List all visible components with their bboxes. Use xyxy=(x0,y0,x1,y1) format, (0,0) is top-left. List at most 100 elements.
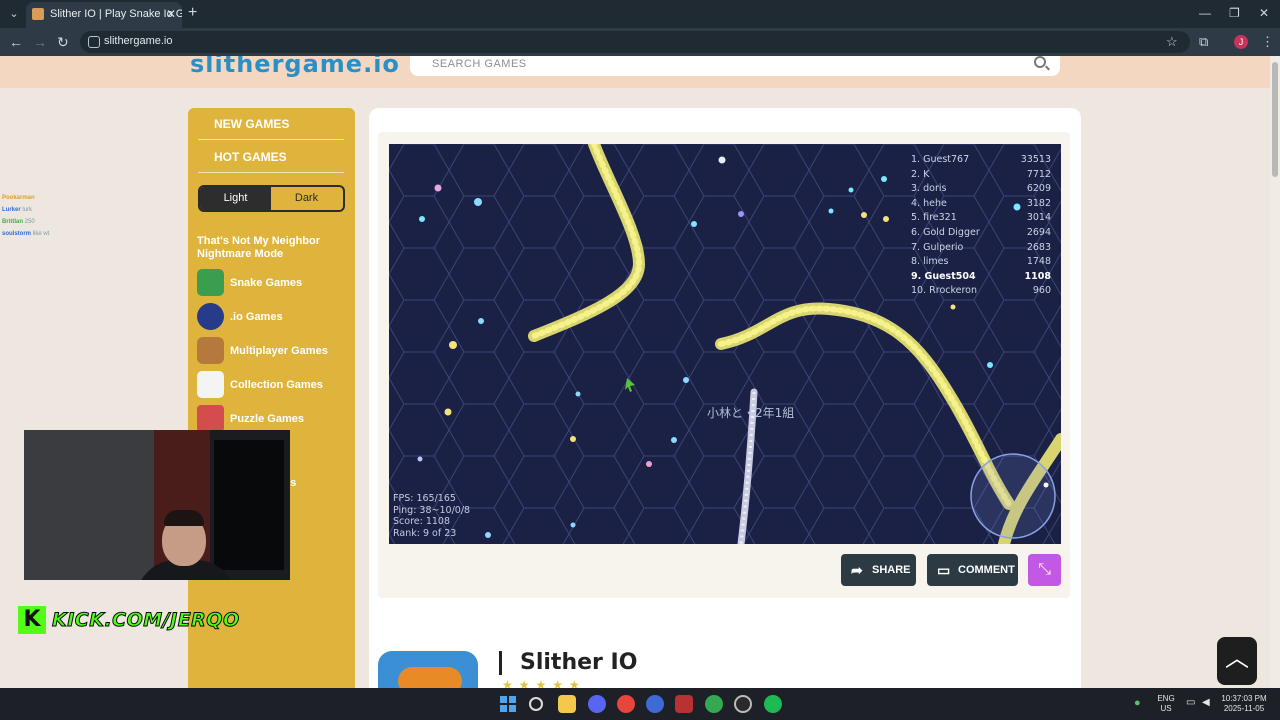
microphone-icon[interactable]: ● xyxy=(1134,698,1141,709)
file-explorer-icon[interactable] xyxy=(558,695,576,713)
game-container: 1. Guest767 33513 2. K 7712 3. doris 6209 4… xyxy=(378,132,1070,598)
category-label: Puzzle Games xyxy=(230,413,304,425)
category-label: Multiplayer Games xyxy=(230,345,328,357)
category-label: .io Games xyxy=(230,311,283,323)
maximize-icon[interactable]: ❐ xyxy=(1229,6,1240,20)
category-snake-games[interactable]: Snake Games xyxy=(197,269,347,297)
fps-readout: FPS: 165/165 xyxy=(393,493,456,504)
game-thumbnail xyxy=(378,651,478,688)
voicemeeter-icon[interactable] xyxy=(675,695,693,713)
chrome-icon[interactable] xyxy=(617,695,635,713)
windows-start-icon[interactable] xyxy=(500,696,516,712)
url-text: slithergame.io xyxy=(104,35,173,47)
category-puzzle-games[interactable]: Puzzle Games xyxy=(197,405,347,433)
chrome-profile-icon[interactable] xyxy=(705,695,723,713)
category-io-games[interactable]: .io Games xyxy=(197,303,347,331)
people-icon xyxy=(197,337,224,364)
tab-bar: ⌄ Slither IO | Play Snake Io Game ✕ + — … xyxy=(0,0,1280,28)
category-label: Collection Games xyxy=(230,379,323,391)
puzzle-icon xyxy=(197,405,224,432)
leaderboard-row: 4. hehe 3182 xyxy=(911,197,1051,209)
leaderboard-row-self: 9. Guest504 1108 xyxy=(911,270,1051,282)
leaderboard-row: 2. K 7712 xyxy=(911,168,1051,180)
browser-toolbar: ← → ↻ slithergame.io ☆ ⧉ ⋮ xyxy=(0,28,1280,56)
snake-icon xyxy=(398,667,462,688)
fullscreen-button[interactable]: ⤡ xyxy=(1028,554,1061,586)
webpage: slithergame.io SEARCH GAMES NEW GAMES HO… xyxy=(0,56,1270,688)
volume-icon[interactable]: ◀ xyxy=(1202,698,1210,708)
app-icon[interactable] xyxy=(646,695,664,713)
game-title: Slither IO xyxy=(499,651,637,675)
share-button[interactable]: ➦ SHARE xyxy=(841,554,916,586)
close-icon[interactable]: ✕ xyxy=(166,2,176,26)
io-icon xyxy=(197,303,224,330)
category-multiplayer-games[interactable]: Multiplayer Games xyxy=(197,337,347,365)
language-indicator[interactable]: ENG US xyxy=(1152,694,1180,714)
site-logo[interactable]: slithergame.io xyxy=(190,56,399,78)
tab-title: Slither IO | Play Snake Io Game xyxy=(50,8,182,20)
leaderboard-row: 5. fire321 3014 xyxy=(911,212,1051,224)
comment-button[interactable]: ▭ COMMENT xyxy=(927,554,1018,586)
scroll-to-top-button[interactable]: ︿ xyxy=(1217,637,1257,685)
page-scrollbar[interactable] xyxy=(1270,56,1280,688)
spotify-icon[interactable] xyxy=(764,695,782,713)
webcam-background xyxy=(24,430,154,580)
taskbar: ● ENG US ▭ ◀ 10:37:03 PM 2025-11-05 xyxy=(0,688,1280,720)
score-readout: Score: 1108 xyxy=(393,516,451,527)
discord-icon[interactable] xyxy=(588,695,606,713)
menu-icon[interactable]: ⋮ xyxy=(1261,35,1274,49)
game-stats: FPS: 165/165 Ping: 38~10/0/8 Score: 1108… xyxy=(393,493,470,539)
leaderboard-row: 1. Guest767 33513 xyxy=(911,154,1051,165)
share-icon: ➦ xyxy=(851,562,863,578)
tab-menu-icon[interactable]: ⌄ xyxy=(6,6,22,22)
site-info-icon[interactable] xyxy=(88,36,100,48)
collection-icon xyxy=(197,371,224,398)
clock[interactable]: 10:37:03 PM 2025-11-05 xyxy=(1218,694,1270,714)
reload-icon[interactable]: ↻ xyxy=(57,34,69,50)
browser-tab[interactable]: Slither IO | Play Snake Io Game ✕ xyxy=(26,2,182,28)
chat-message: Lurker lurk xyxy=(2,207,33,213)
scrollbar-thumb[interactable] xyxy=(1272,62,1278,177)
new-tab-icon[interactable]: + xyxy=(188,5,197,21)
extensions-icon[interactable]: ⧉ xyxy=(1199,35,1208,49)
search-bar[interactable]: SEARCH GAMES xyxy=(410,56,1060,76)
game-canvas[interactable]: 1. Guest767 33513 2. K 7712 3. doris 6209 4… xyxy=(389,144,1061,544)
theme-dark-option[interactable]: Dark xyxy=(271,187,342,210)
rating-stars[interactable]: ★★★★★ xyxy=(502,678,586,688)
profile-avatar[interactable]: J xyxy=(1234,35,1248,49)
window-close-icon[interactable]: ✕ xyxy=(1259,6,1269,20)
chat-message: Pookarman xyxy=(2,195,35,201)
theme-toggle: Light Dark xyxy=(198,185,345,212)
site-header: slithergame.io SEARCH GAMES xyxy=(0,56,1270,88)
category-collection-games[interactable]: Collection Games xyxy=(197,371,347,399)
minimize-icon[interactable]: — xyxy=(1199,6,1211,20)
obs-icon[interactable] xyxy=(734,695,752,713)
streamer-hair xyxy=(164,510,204,526)
back-icon[interactable]: ← xyxy=(9,34,23,50)
bookmark-star-icon[interactable]: ☆ xyxy=(1166,35,1178,49)
favicon-icon xyxy=(32,8,44,20)
leaderboard-row: 10. Rrockeron 960 xyxy=(911,285,1051,297)
fullscreen-icon: ⤡ xyxy=(1038,561,1051,578)
search-icon[interactable] xyxy=(1034,56,1046,68)
leaderboard-row: 8. limes 1748 xyxy=(911,256,1051,268)
leaderboard-row: 6. Gold Digger 2694 xyxy=(911,226,1051,238)
sidebar: NEW GAMES HOT GAMES Light Dark That's No… xyxy=(188,108,355,688)
search-input[interactable]: SEARCH GAMES xyxy=(432,58,527,70)
kick-url: KICK.COM/JERQO xyxy=(52,609,240,632)
webcam-window xyxy=(214,440,284,570)
stream-chat: Pookarman Lurker lurk Brittlan 250 souls… xyxy=(2,192,49,240)
divider xyxy=(198,172,344,173)
nav-new-games[interactable]: NEW GAMES xyxy=(214,117,289,131)
search-icon[interactable] xyxy=(529,697,543,711)
chat-message: soulstorm like wt xyxy=(2,231,50,237)
webcam-overlay xyxy=(24,430,290,580)
nav-hot-games[interactable]: HOT GAMES xyxy=(214,150,287,164)
promo-link[interactable]: That's Not My Neighbor Nightmare Mode xyxy=(197,235,347,261)
main-content: 1. Guest767 33513 2. K 7712 3. doris 6209 4… xyxy=(369,108,1081,688)
forward-icon[interactable]: → xyxy=(33,34,47,50)
theme-light-option[interactable]: Light xyxy=(200,187,271,210)
address-bar[interactable]: slithergame.io xyxy=(80,31,1190,53)
network-icon[interactable]: ▭ xyxy=(1186,698,1195,708)
chat-message: Brittlan 250 xyxy=(2,219,35,225)
